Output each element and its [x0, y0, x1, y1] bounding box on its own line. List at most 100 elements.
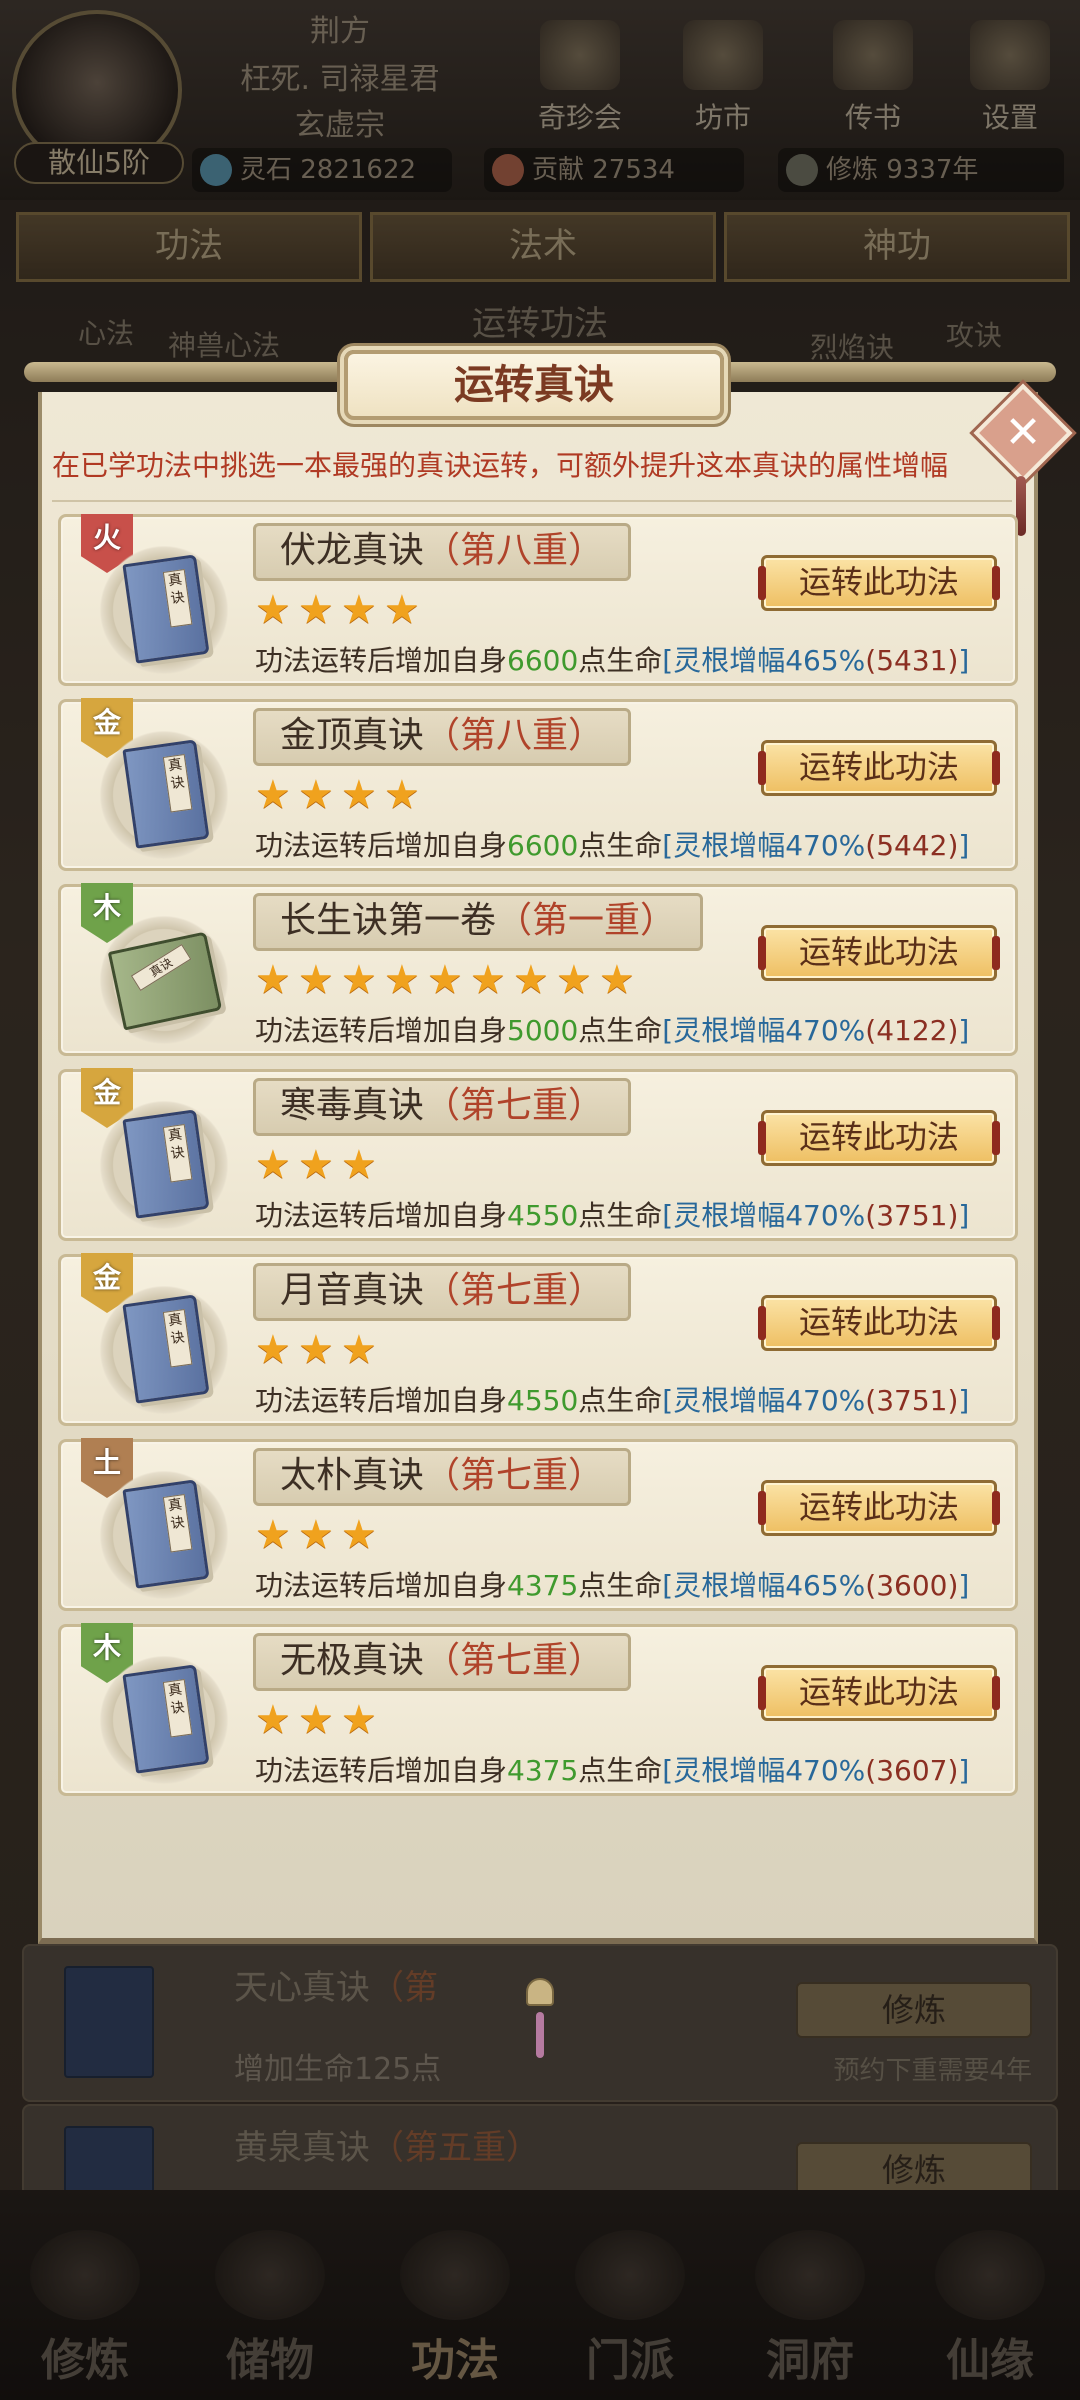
star-rating: ★ ★ ★ — [255, 1142, 384, 1190]
book-icon-frame: 真诀 — [99, 1470, 229, 1600]
star-icon: ★ — [298, 1697, 334, 1743]
book-label: 真诀 — [162, 1679, 193, 1738]
bonus-prefix: [灵根增幅 — [662, 829, 786, 862]
star-rating: ★ ★ ★ — [255, 1512, 384, 1560]
star-icon: ★ — [298, 1512, 334, 1558]
star-icon: ★ — [513, 957, 549, 1003]
technique-level: （第七重） — [424, 1640, 605, 1681]
effect-unit: 点生命 — [578, 1569, 663, 1602]
bonus-percent: 470% — [785, 829, 866, 862]
book-icon: 真诀 — [122, 1109, 210, 1219]
technique-level: （第一重） — [496, 900, 677, 941]
run-technique-button[interactable]: 运转此功法 — [758, 1110, 1000, 1166]
star-icon: ★ — [341, 1697, 377, 1743]
bonus-prefix: [灵根增幅 — [662, 1569, 786, 1602]
technique-card: 火真诀 伏龙真诀（第八重） ★ ★ ★ ★ 功法运转后增加自身6600点生命[灵根增幅465… — [58, 514, 1018, 686]
bonus-total: (5431) — [865, 644, 959, 677]
bonus-percent: 470% — [785, 1199, 866, 1232]
effect-prefix: 功法运转后增加自身 — [255, 1384, 508, 1417]
technique-title: 月音真诀 — [280, 1270, 425, 1311]
star-icon: ★ — [255, 772, 291, 818]
star-icon: ★ — [341, 1142, 377, 1188]
effect-unit: 点生命 — [578, 1384, 663, 1417]
effect-unit: 点生命 — [578, 1014, 663, 1047]
star-icon: ★ — [255, 1327, 291, 1373]
bonus-percent: 470% — [785, 1384, 866, 1417]
star-icon: ★ — [341, 772, 377, 818]
dialog-title: 运转真诀 — [344, 350, 724, 420]
run-technique-button[interactable]: 运转此功法 — [758, 1295, 1000, 1351]
star-icon: ★ — [470, 957, 506, 1003]
technique-title: 伏龙真诀 — [280, 530, 425, 571]
effect-value: 4375 — [507, 1754, 579, 1787]
book-icon: 真诀 — [122, 1479, 210, 1589]
technique-name: 无极真诀（第七重） — [253, 1633, 632, 1691]
bell-icon — [526, 1978, 554, 2006]
divider — [52, 500, 1012, 502]
technique-effect: 功法运转后增加自身6600点生命[灵根增幅470%(5442)] — [255, 824, 969, 864]
bonus-percent: 470% — [785, 1754, 866, 1787]
technique-title: 无极真诀 — [280, 1640, 425, 1681]
effect-value: 5000 — [507, 1014, 579, 1047]
bonus-suffix: ] — [958, 1569, 970, 1602]
star-icon: ★ — [255, 957, 291, 1003]
star-icon: ★ — [255, 1512, 291, 1558]
bonus-total: (3607) — [865, 1754, 959, 1787]
run-technique-button[interactable]: 运转此功法 — [758, 555, 1000, 611]
technique-card: 金真诀 月音真诀（第七重） ★ ★ ★ 功法运转后增加自身4550点生命[灵根增幅470%… — [58, 1253, 1018, 1426]
bonus-total: (5442) — [865, 829, 959, 862]
tassel — [536, 2012, 544, 2058]
run-technique-button[interactable]: 运转此功法 — [758, 925, 1000, 981]
effect-prefix: 功法运转后增加自身 — [255, 829, 508, 862]
effect-value: 6600 — [507, 829, 579, 862]
bonus-suffix: ] — [958, 1199, 970, 1232]
bonus-suffix: ] — [958, 1754, 970, 1787]
technique-card: 土真诀 太朴真诀（第七重） ★ ★ ★ 功法运转后增加自身4375点生命[灵根增幅465%… — [58, 1438, 1018, 1611]
technique-card: 金真诀 寒毒真诀（第七重） ★ ★ ★ 功法运转后增加自身4550点生命[灵根增幅470%… — [58, 1068, 1018, 1241]
book-icon-frame: 真诀 — [99, 915, 229, 1045]
effect-value: 6600 — [507, 644, 579, 677]
star-icon: ★ — [255, 1697, 291, 1743]
effect-prefix: 功法运转后增加自身 — [255, 1754, 508, 1787]
bonus-suffix: ] — [958, 1014, 970, 1047]
book-label: 真诀 — [130, 943, 192, 992]
book-icon-frame: 真诀 — [99, 1285, 229, 1415]
book-icon: 真诀 — [122, 554, 210, 664]
book-icon: 真诀 — [122, 1294, 210, 1404]
effect-unit: 点生命 — [578, 829, 663, 862]
book-icon-frame: 真诀 — [99, 1100, 229, 1230]
technique-name: 太朴真诀（第七重） — [253, 1448, 632, 1506]
run-technique-button[interactable]: 运转此功法 — [758, 740, 1000, 796]
star-rating: ★ ★ ★ ★ — [255, 772, 427, 820]
technique-level: （第七重） — [424, 1455, 605, 1496]
star-rating: ★ ★ ★ ★ — [255, 587, 427, 635]
technique-name: 月音真诀（第七重） — [253, 1263, 632, 1321]
star-rating: ★ ★ ★ — [255, 1327, 384, 1375]
bonus-suffix: ] — [958, 1384, 970, 1417]
run-technique-button[interactable]: 运转此功法 — [758, 1480, 1000, 1536]
star-icon: ★ — [298, 1142, 334, 1188]
star-icon: ★ — [384, 957, 420, 1003]
effect-value: 4375 — [507, 1569, 579, 1602]
effect-prefix: 功法运转后增加自身 — [255, 1199, 508, 1232]
run-technique-button[interactable]: 运转此功法 — [758, 1665, 1000, 1721]
star-icon: ★ — [341, 1512, 377, 1558]
star-icon: ★ — [298, 587, 334, 633]
technique-list[interactable]: 火真诀 伏龙真诀（第八重） ★ ★ ★ ★ 功法运转后增加自身6600点生命[灵根增幅465… — [58, 514, 1018, 1826]
book-label: 真诀 — [162, 1494, 193, 1553]
technique-title: 太朴真诀 — [280, 1455, 425, 1496]
bonus-suffix: ] — [958, 829, 970, 862]
dialog-description: 在已学功法中挑选一本最强的真诀运转，可额外提升这本真诀的属性增幅 — [52, 449, 949, 482]
book-icon-frame: 真诀 — [99, 1655, 229, 1785]
bonus-prefix: [灵根增幅 — [662, 1199, 786, 1232]
technique-effect: 功法运转后增加自身4375点生命[灵根增幅465%(3600)] — [255, 1564, 969, 1604]
technique-card: 金真诀 金顶真诀（第八重） ★ ★ ★ ★ 功法运转后增加自身6600点生命[灵根增幅470… — [58, 698, 1018, 871]
bonus-total: (3751) — [865, 1199, 959, 1232]
star-icon: ★ — [341, 587, 377, 633]
technique-level: （第七重） — [424, 1085, 605, 1126]
technique-effect: 功法运转后增加自身4375点生命[灵根增幅470%(3607)] — [255, 1749, 969, 1789]
technique-effect: 功法运转后增加自身4550点生命[灵根增幅470%(3751)] — [255, 1379, 969, 1419]
effect-prefix: 功法运转后增加自身 — [255, 1569, 508, 1602]
bonus-total: (3751) — [865, 1384, 959, 1417]
star-icon: ★ — [255, 587, 291, 633]
